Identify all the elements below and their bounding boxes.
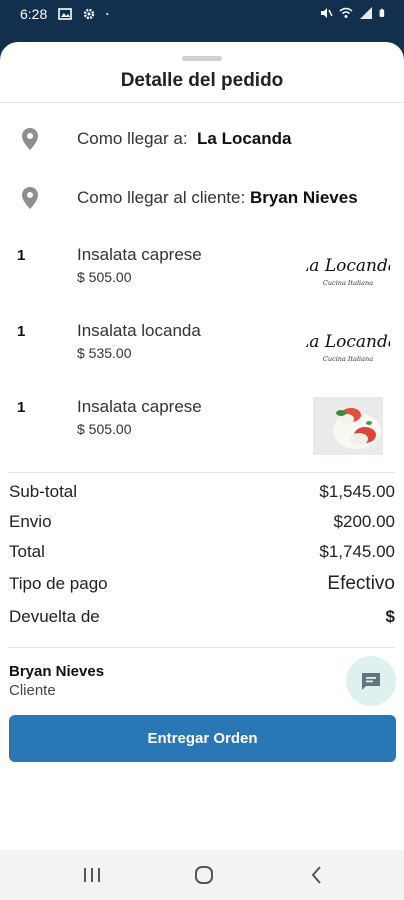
order-item: 1 Insalata caprese $ 505.00 <box>0 397 404 457</box>
summary-row: Sub-total $1,545.00 <box>9 482 395 506</box>
summary-value: $1,545.00 <box>319 482 395 501</box>
la-locanda-logo: La Locanda Cucina Italiana <box>306 332 390 363</box>
dot-icon <box>106 12 109 16</box>
summary-row: Total $1,745.00 <box>9 542 395 566</box>
directions-target: Bryan Nieves <box>249 188 358 207</box>
item-quantity: 1 <box>17 247 26 264</box>
logo-title: La Locanda <box>306 332 390 352</box>
battery-icon <box>379 8 385 17</box>
chat-button[interactable] <box>346 656 396 706</box>
item-name: Insalata caprese <box>77 397 202 416</box>
status-time: 6:28 <box>20 6 48 22</box>
home-icon[interactable] <box>192 864 216 886</box>
wifi-icon <box>339 7 353 18</box>
sheet-drag-handle[interactable] <box>182 56 222 61</box>
logo-subtitle: Cucina Italiana <box>323 355 373 363</box>
item-name: Insalata caprese <box>77 245 202 264</box>
caprese-photo <box>313 397 383 455</box>
directions-label: Como llegar al cliente: <box>77 188 246 207</box>
summary-label: Sub-total <box>9 482 78 501</box>
back-icon[interactable] <box>305 864 329 886</box>
divider <box>9 647 395 648</box>
signal-icon <box>360 7 372 19</box>
change-value: $ <box>385 607 395 626</box>
client-name: Bryan Nieves <box>9 663 105 680</box>
directions-client-row[interactable]: Como llegar al cliente: Bryan Nieves <box>0 182 404 212</box>
item-name: Insalata locanda <box>77 321 201 340</box>
location-pin-icon <box>22 128 38 150</box>
la-locanda-logo: La Locanda Cucina Italiana <box>306 256 390 287</box>
settings-icon <box>83 8 95 20</box>
summary-label: Envio <box>9 512 52 531</box>
order-detail-sheet: Detalle del pedido Como llegar a: La Loc… <box>0 42 404 850</box>
logo-subtitle: Cucina Italiana <box>323 279 373 287</box>
status-bar: 6:28 <box>0 0 404 28</box>
item-quantity: 1 <box>17 323 26 340</box>
summary-value: $200.00 <box>333 512 395 531</box>
directions-target: La Locanda <box>197 129 292 148</box>
divider <box>9 472 395 473</box>
summary-row: Envio $200.00 <box>9 512 395 536</box>
order-item: 1 Insalata caprese $ 505.00 La Locanda C… <box>0 245 404 305</box>
item-quantity: 1 <box>17 399 26 416</box>
summary-row: Tipo de pago Efectivo <box>9 573 395 598</box>
item-price: $ 505.00 <box>77 421 132 437</box>
mute-icon <box>321 8 333 18</box>
system-nav-bar <box>0 850 404 900</box>
payment-type-value: Efectivo <box>327 573 395 594</box>
directions-restaurant-text: Como llegar a: La Locanda <box>77 129 291 149</box>
deliver-order-button[interactable]: Entregar Orden <box>9 715 396 762</box>
directions-restaurant-row[interactable]: Como llegar a: La Locanda <box>0 123 404 153</box>
page-title: Detalle del pedido <box>120 70 284 91</box>
summary-label: Devuelta de <box>9 607 100 626</box>
directions-label: Como llegar a: <box>77 129 188 148</box>
location-pin-icon <box>22 187 38 209</box>
summary-label: Total <box>9 542 45 561</box>
summary-label: Tipo de pago <box>9 574 108 593</box>
divider <box>0 102 404 103</box>
item-price: $ 535.00 <box>77 345 132 361</box>
item-price: $ 505.00 <box>77 269 132 285</box>
image-icon <box>58 8 72 20</box>
summary-value: $1,745.00 <box>319 542 395 561</box>
recents-icon[interactable] <box>80 864 104 886</box>
order-item: 1 Insalata locanda $ 535.00 La Locanda C… <box>0 321 404 381</box>
logo-title: La Locanda <box>306 256 390 276</box>
chat-icon <box>362 673 380 690</box>
directions-client-text: Como llegar al cliente: Bryan Nieves <box>77 188 358 208</box>
summary-row: Devuelta de $ <box>9 607 395 631</box>
client-role: Cliente <box>9 682 56 699</box>
